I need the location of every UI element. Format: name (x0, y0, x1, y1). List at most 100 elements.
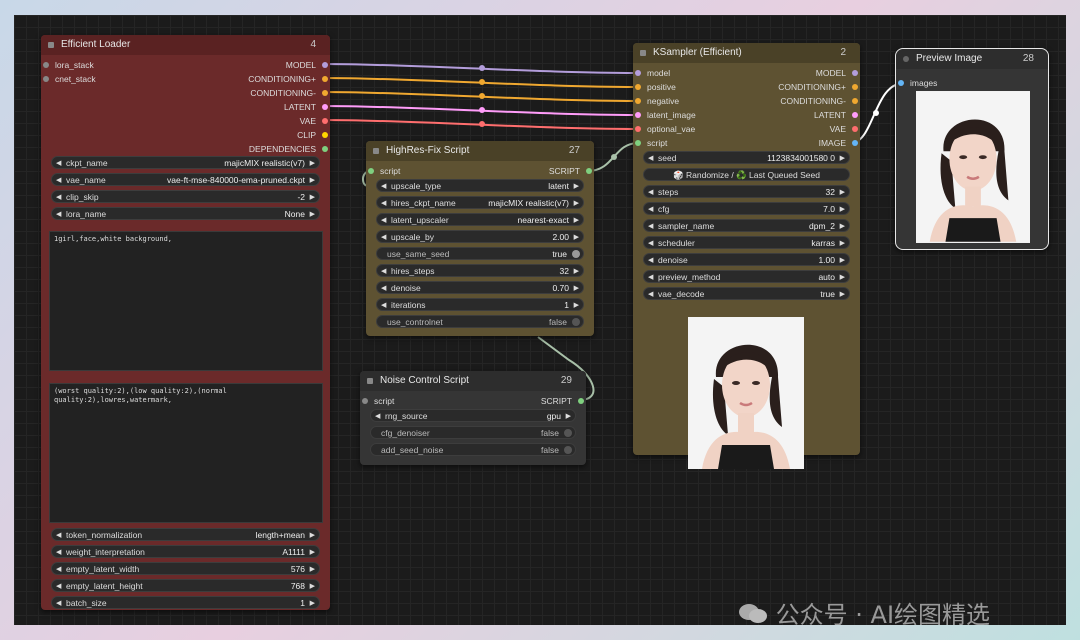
arrow-left-icon[interactable]: ◀ (56, 174, 61, 187)
arrow-left-icon[interactable]: ◀ (381, 197, 386, 210)
arrow-right-icon[interactable]: ▶ (574, 265, 579, 278)
toggle-knob-icon[interactable] (564, 446, 572, 454)
arrow-right-icon[interactable]: ▶ (840, 288, 845, 301)
arrow-right-icon[interactable]: ▶ (310, 597, 315, 610)
arrow-left-icon[interactable]: ◀ (56, 157, 61, 170)
arrow-right-icon[interactable]: ▶ (574, 180, 579, 193)
socket-icon[interactable] (322, 146, 328, 152)
widget-scheduler[interactable]: ◀ scheduler karras ▶ (643, 236, 850, 249)
socket-icon[interactable] (368, 168, 374, 174)
arrow-left-icon[interactable]: ◀ (381, 282, 386, 295)
arrow-right-icon[interactable]: ▶ (566, 410, 571, 423)
arrow-right-icon[interactable]: ▶ (840, 203, 845, 216)
widget-token-normalization[interactable]: ◀ token_normalization length+mean ▶ (51, 528, 320, 541)
socket-icon[interactable] (852, 84, 858, 90)
noise-control-node[interactable]: Noise Control Script 29 script SCRIPT ◀ r… (360, 371, 586, 465)
output-latent[interactable]: LATENT (814, 109, 860, 121)
arrow-left-icon[interactable]: ◀ (381, 214, 386, 227)
randomize-seed-button[interactable]: 🎲 Randomize / ♻️ Last Queued Seed (643, 168, 850, 181)
socket-icon[interactable] (635, 70, 641, 76)
output-dependencies[interactable]: DEPENDENCIES (249, 143, 330, 155)
toggle-use-controlnet[interactable]: use_controlnet false (376, 315, 584, 328)
widget-denoise[interactable]: ◀ denoise 0.70 ▶ (376, 281, 584, 294)
socket-icon[interactable] (322, 132, 328, 138)
output-conditioning-neg[interactable]: CONDITIONING- (780, 95, 860, 107)
output-conditioning-neg[interactable]: CONDITIONING- (250, 87, 330, 99)
widget-ckpt-name[interactable]: ◀ ckpt_name majicMIX realistic(v7) ▶ (51, 156, 320, 169)
output-clip[interactable]: CLIP (297, 129, 330, 141)
toggle-knob-icon[interactable] (572, 250, 580, 258)
arrow-right-icon[interactable]: ▶ (310, 191, 315, 204)
widget-clip-skip[interactable]: ◀ clip_skip -2 ▶ (51, 190, 320, 203)
arrow-right-icon[interactable]: ▶ (840, 152, 845, 165)
widget-empty-latent-width[interactable]: ◀ empty_latent_width 576 ▶ (51, 562, 320, 575)
output-vae[interactable]: VAE (830, 123, 860, 135)
arrow-left-icon[interactable]: ◀ (56, 208, 61, 221)
arrow-right-icon[interactable]: ▶ (840, 254, 845, 267)
widget-latent-upscaler[interactable]: ◀ latent_upscaler nearest-exact ▶ (376, 213, 584, 226)
widget-upscale-by[interactable]: ◀ upscale_by 2.00 ▶ (376, 230, 584, 243)
arrow-right-icon[interactable]: ▶ (310, 208, 315, 221)
widget-seed[interactable]: ◀ seed 1123834001580 0 ▶ (643, 151, 850, 164)
widget-iterations[interactable]: ◀ iterations 1 ▶ (376, 298, 584, 311)
widget-upscale-type[interactable]: ◀ upscale_type latent ▶ (376, 179, 584, 192)
preview-image-node[interactable]: Preview Image 28 images (895, 48, 1049, 250)
arrow-right-icon[interactable]: ▶ (840, 220, 845, 233)
widget-steps[interactable]: ◀ steps 32 ▶ (643, 185, 850, 198)
negative-prompt-textarea[interactable]: (worst quality:2),(low quality:2),(norma… (49, 383, 323, 523)
toggle-knob-icon[interactable] (572, 318, 580, 326)
generated-image-preview[interactable] (688, 317, 804, 469)
arrow-left-icon[interactable]: ◀ (381, 180, 386, 193)
highres-fix-header[interactable]: HighRes-Fix Script 27 (366, 141, 594, 161)
socket-icon[interactable] (43, 76, 49, 82)
input-negative[interactable]: negative (633, 95, 679, 107)
collapse-dot-icon[interactable] (48, 42, 54, 48)
widget-denoise[interactable]: ◀ denoise 1.00 ▶ (643, 253, 850, 266)
toggle-add-seed-noise[interactable]: add_seed_noise false (370, 443, 576, 456)
socket-icon[interactable] (322, 76, 328, 82)
input-positive[interactable]: positive (633, 81, 676, 93)
socket-icon[interactable] (852, 140, 858, 146)
arrow-left-icon[interactable]: ◀ (56, 597, 61, 610)
socket-icon[interactable] (852, 70, 858, 76)
socket-icon[interactable] (635, 140, 641, 146)
arrow-right-icon[interactable]: ▶ (840, 271, 845, 284)
arrow-right-icon[interactable]: ▶ (310, 174, 315, 187)
positive-prompt-textarea[interactable]: 1girl,face,white background, (49, 231, 323, 371)
arrow-left-icon[interactable]: ◀ (648, 203, 653, 216)
widget-sampler-name[interactable]: ◀ sampler_name dpm_2 ▶ (643, 219, 850, 232)
output-script[interactable]: SCRIPT (549, 165, 594, 177)
output-conditioning-pos[interactable]: CONDITIONING+ (248, 73, 330, 85)
widget-batch-size[interactable]: ◀ batch_size 1 ▶ (51, 596, 320, 609)
input-script[interactable]: script (360, 395, 394, 407)
input-script[interactable]: script (633, 137, 667, 149)
widget-lora-name[interactable]: ◀ lora_name None ▶ (51, 207, 320, 220)
widget-rng-source[interactable]: ◀ rng_source gpu ▶ (370, 409, 576, 422)
output-model[interactable]: MODEL (816, 67, 860, 79)
input-script[interactable]: script (366, 165, 400, 177)
ksampler-header[interactable]: KSampler (Efficient) 2 (633, 43, 860, 63)
output-script[interactable]: SCRIPT (541, 395, 586, 407)
widget-hires-ckpt-name[interactable]: ◀ hires_ckpt_name majicMIX realistic(v7) ▶ (376, 196, 584, 209)
arrow-right-icon[interactable]: ▶ (574, 282, 579, 295)
widget-preview-method[interactable]: ◀ preview_method auto ▶ (643, 270, 850, 283)
widget-cfg[interactable]: ◀ cfg 7.0 ▶ (643, 202, 850, 215)
arrow-right-icon[interactable]: ▶ (310, 563, 315, 576)
socket-icon[interactable] (43, 62, 49, 68)
toggle-use-same-seed[interactable]: use_same_seed true (376, 247, 584, 260)
arrow-right-icon[interactable]: ▶ (310, 546, 315, 559)
collapse-dot-icon[interactable] (640, 50, 646, 56)
socket-icon[interactable] (586, 168, 592, 174)
arrow-right-icon[interactable]: ▶ (310, 580, 315, 593)
output-conditioning-pos[interactable]: CONDITIONING+ (778, 81, 860, 93)
arrow-left-icon[interactable]: ◀ (56, 580, 61, 593)
socket-icon[interactable] (578, 398, 584, 404)
collapse-dot-icon[interactable] (367, 378, 373, 384)
output-latent[interactable]: LATENT (284, 101, 330, 113)
arrow-right-icon[interactable]: ▶ (840, 237, 845, 250)
socket-icon[interactable] (852, 126, 858, 132)
arrow-right-icon[interactable]: ▶ (574, 197, 579, 210)
arrow-left-icon[interactable]: ◀ (648, 237, 653, 250)
input-model[interactable]: model (633, 67, 670, 79)
arrow-right-icon[interactable]: ▶ (574, 214, 579, 227)
